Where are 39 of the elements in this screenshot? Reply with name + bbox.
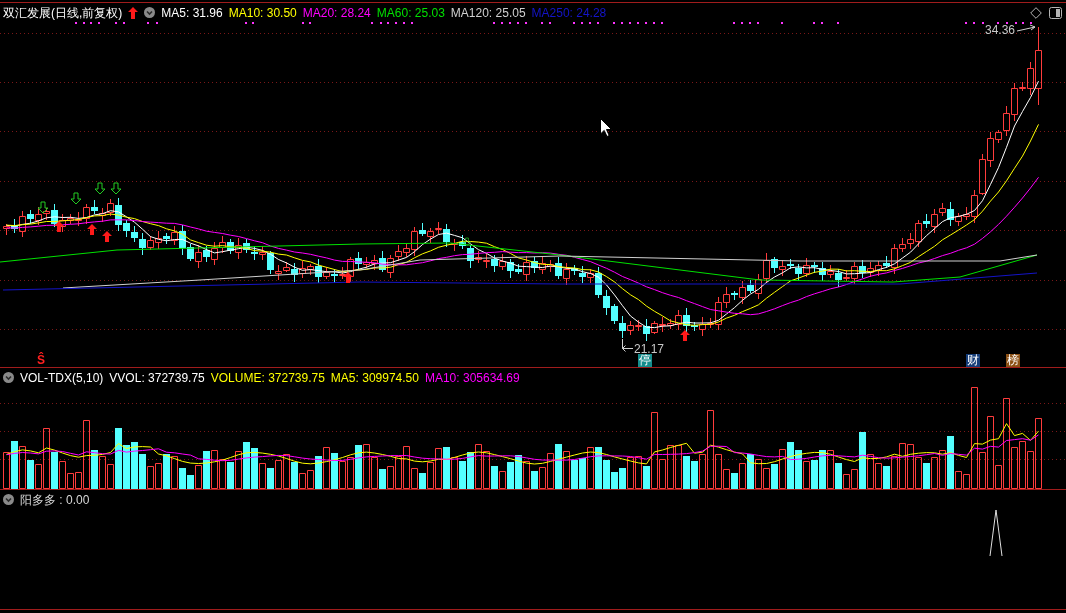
moving-average-reading: MA60: 25.03: [376, 5, 445, 20]
moving-average-reading: MA250: 24.28: [531, 5, 607, 20]
down-arrow-icon: [70, 192, 82, 205]
leader-arrow: [622, 338, 634, 352]
down-arrow-icon: [110, 182, 122, 195]
moving-average-reading: MA20: 28.24: [302, 5, 371, 20]
down-arrow-icon: [94, 182, 106, 195]
low-price-label: 21.17: [634, 343, 665, 356]
diamond-icon[interactable]: [1030, 6, 1042, 19]
indicator-line: [989, 509, 1003, 557]
up-arrow-icon: [680, 330, 690, 341]
high-price-label: 34.36: [985, 24, 1016, 37]
dropdown-icon[interactable]: [144, 7, 156, 18]
volume-reading: VOLUME: 372739.75: [210, 370, 325, 385]
volume-reading: MA10: 305634.69: [424, 370, 520, 385]
leader-arrow: [1016, 24, 1036, 32]
moving-average-reading: MA120: 25.05: [450, 5, 526, 20]
moving-average-reading: MA5: 31.96: [161, 5, 223, 20]
volume-reading: VVOL: 372739.75: [109, 370, 205, 385]
volume-title: VOL-TDX(5,10): [20, 370, 104, 385]
panel-toggle-icon[interactable]: [1049, 6, 1062, 19]
event-badge[interactable]: 财: [966, 354, 980, 367]
up-arrow-icon: [343, 272, 353, 283]
signal-marker: Ŝ: [37, 354, 45, 367]
volume-reading: MA5: 309974.50: [330, 370, 419, 385]
down-arrow-icon: [463, 237, 471, 247]
down-arrow-icon: [37, 201, 49, 214]
dropdown-icon[interactable]: [3, 494, 14, 505]
up-arrow-icon: [128, 6, 139, 19]
up-arrow-icon: [54, 221, 64, 232]
event-badge[interactable]: 榜: [1006, 354, 1020, 367]
up-arrow-icon: [87, 224, 97, 235]
event-badge[interactable]: 停: [638, 354, 652, 367]
mouse-cursor-icon: [600, 118, 612, 137]
moving-average-reading: MA10: 30.50: [228, 5, 297, 20]
dropdown-icon[interactable]: [3, 372, 14, 383]
indicator-reading: 阳多多 : 0.00: [20, 492, 90, 507]
chart-title: 双汇发展(日线,前复权): [3, 5, 123, 20]
up-arrow-icon: [102, 231, 112, 242]
